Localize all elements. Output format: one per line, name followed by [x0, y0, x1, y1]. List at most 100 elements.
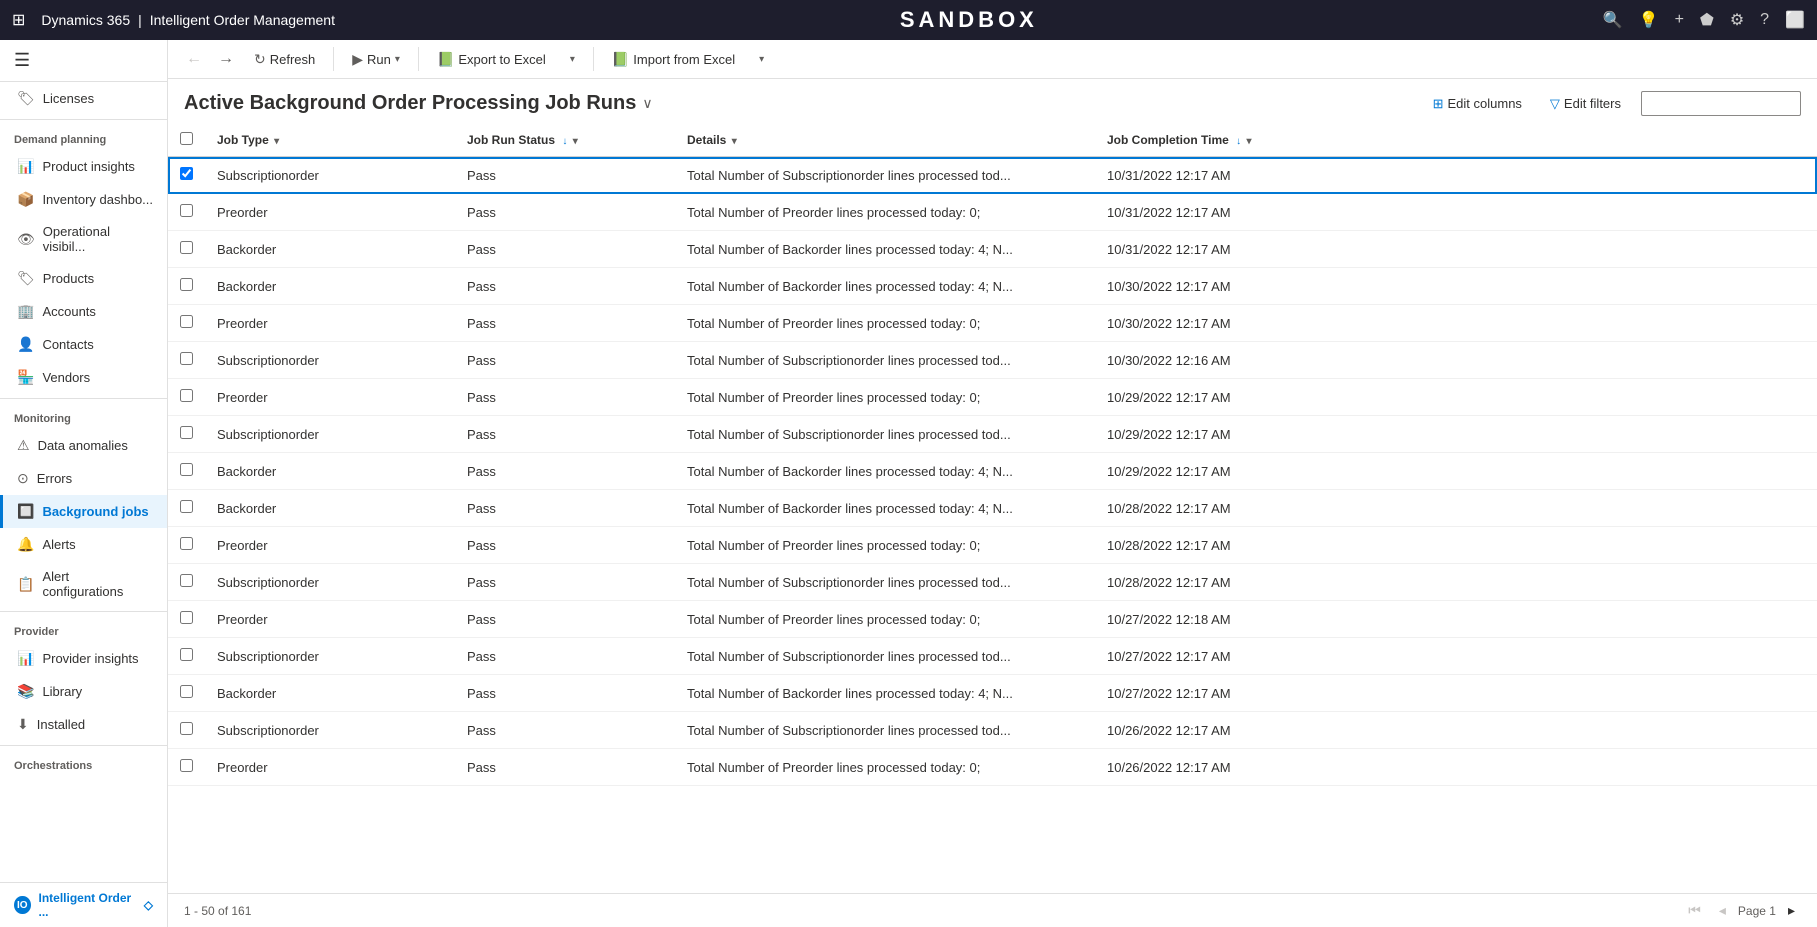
sidebar-item-contacts[interactable]: 👤 Contacts	[0, 328, 167, 361]
row-checkbox[interactable]	[180, 463, 193, 476]
sidebar-item-licenses[interactable]: 🏷 Licenses	[0, 82, 167, 115]
sidebar-item-errors[interactable]: ⊙ Errors	[0, 462, 167, 495]
table-row[interactable]: Backorder Pass Total Number of Backorder…	[168, 453, 1817, 490]
table-row[interactable]: Backorder Pass Total Number of Backorder…	[168, 675, 1817, 712]
row-checkbox-cell[interactable]	[168, 601, 205, 638]
lightbulb-icon[interactable]: 💡	[1639, 10, 1659, 30]
sidebar-item-accounts[interactable]: 🏢 Accounts	[0, 295, 167, 328]
search-input[interactable]	[1641, 91, 1801, 116]
forward-button[interactable]: →	[212, 46, 240, 72]
col-header-job-type[interactable]: Job Type ▾	[205, 124, 455, 157]
row-checkbox[interactable]	[180, 500, 193, 513]
edit-columns-button[interactable]: ⊞ Edit columns	[1425, 92, 1530, 116]
row-checkbox-cell[interactable]	[168, 675, 205, 712]
row-checkbox-cell[interactable]	[168, 231, 205, 268]
sidebar-item-alert-configurations[interactable]: 📋 Alert configurations	[0, 561, 167, 607]
import-button[interactable]: 📗 Import from Excel	[602, 47, 745, 72]
row-checkbox[interactable]	[180, 611, 193, 624]
row-checkbox[interactable]	[180, 167, 193, 180]
row-checkbox[interactable]	[180, 648, 193, 661]
first-page-button[interactable]: ⏮	[1682, 900, 1707, 921]
table-row[interactable]: Subscriptionorder Pass Total Number of S…	[168, 638, 1817, 675]
export-button[interactable]: 📗 Export to Excel	[427, 47, 556, 72]
col-filter-icon[interactable]: ▾	[274, 136, 279, 147]
table-row[interactable]: Backorder Pass Total Number of Backorder…	[168, 231, 1817, 268]
next-page-button[interactable]: ▸	[1782, 900, 1801, 921]
prev-page-button[interactable]: ◂	[1713, 900, 1732, 921]
table-row[interactable]: Subscriptionorder Pass Total Number of S…	[168, 157, 1817, 194]
select-all-header[interactable]	[168, 124, 205, 157]
row-checkbox-cell[interactable]	[168, 194, 205, 231]
back-button[interactable]: ←	[180, 46, 208, 72]
sidebar-item-data-anomalies[interactable]: ⚠ Data anomalies	[0, 429, 167, 462]
col-header-details[interactable]: Details ▾	[675, 124, 1095, 157]
row-checkbox-cell[interactable]	[168, 564, 205, 601]
col-details-filter-icon[interactable]: ▾	[732, 136, 737, 147]
row-checkbox[interactable]	[180, 537, 193, 550]
row-checkbox[interactable]	[180, 389, 193, 402]
export-dropdown-button[interactable]: ▾	[560, 50, 585, 69]
table-row[interactable]: Subscriptionorder Pass Total Number of S…	[168, 342, 1817, 379]
sidebar-item-product-insights[interactable]: 📊 Product insights	[0, 150, 167, 183]
col-sort-icon[interactable]: ↓	[562, 136, 567, 147]
sidebar-item-operational-visibility[interactable]: 👁 Operational visibil...	[0, 216, 167, 262]
col-header-completion-time[interactable]: Job Completion Time ↓ ▾	[1095, 124, 1817, 157]
sidebar-item-library[interactable]: 📚 Library	[0, 675, 167, 708]
sidebar-item-background-jobs[interactable]: 🔲 Background jobs	[0, 495, 167, 528]
run-button[interactable]: ▶ Run ▾	[342, 47, 410, 72]
col-time-sort-icon[interactable]: ↓	[1236, 136, 1241, 147]
row-checkbox[interactable]	[180, 278, 193, 291]
row-checkbox-cell[interactable]	[168, 416, 205, 453]
row-checkbox[interactable]	[180, 759, 193, 772]
sidebar-item-vendors[interactable]: 🏪 Vendors	[0, 361, 167, 394]
row-checkbox-cell[interactable]	[168, 490, 205, 527]
row-checkbox-cell[interactable]	[168, 342, 205, 379]
waffle-icon[interactable]: ⊞	[12, 10, 25, 30]
row-checkbox-cell[interactable]	[168, 527, 205, 564]
row-checkbox[interactable]	[180, 352, 193, 365]
row-checkbox[interactable]	[180, 722, 193, 735]
settings-icon[interactable]: ⚙	[1730, 10, 1744, 30]
row-checkbox-cell[interactable]	[168, 712, 205, 749]
col-header-job-run-status[interactable]: Job Run Status ↓ ▾	[455, 124, 675, 157]
row-checkbox[interactable]	[180, 204, 193, 217]
row-checkbox[interactable]	[180, 315, 193, 328]
row-checkbox-cell[interactable]	[168, 749, 205, 786]
table-row[interactable]: Preorder Pass Total Number of Preorder l…	[168, 601, 1817, 638]
table-row[interactable]: Backorder Pass Total Number of Backorder…	[168, 268, 1817, 305]
row-checkbox[interactable]	[180, 241, 193, 254]
row-checkbox-cell[interactable]	[168, 379, 205, 416]
edit-filters-button[interactable]: ▽ Edit filters	[1542, 92, 1629, 116]
table-row[interactable]: Preorder Pass Total Number of Preorder l…	[168, 749, 1817, 786]
table-row[interactable]: Subscriptionorder Pass Total Number of S…	[168, 416, 1817, 453]
sidebar-item-inventory-dashboard[interactable]: 📦 Inventory dashbo...	[0, 183, 167, 216]
help-icon[interactable]: ?	[1760, 11, 1769, 29]
col-time-filter-icon[interactable]: ▾	[1246, 136, 1251, 147]
sidebar-bottom-item[interactable]: IO Intelligent Order ... ◇	[0, 883, 167, 927]
select-all-checkbox[interactable]	[180, 132, 193, 145]
row-checkbox-cell[interactable]	[168, 157, 205, 194]
import-dropdown-button[interactable]: ▾	[749, 50, 774, 69]
row-checkbox-cell[interactable]	[168, 268, 205, 305]
sidebar-hamburger[interactable]: ☰	[0, 40, 167, 82]
filter-icon[interactable]: ⬟	[1700, 10, 1714, 30]
table-row[interactable]: Preorder Pass Total Number of Preorder l…	[168, 379, 1817, 416]
row-checkbox-cell[interactable]	[168, 638, 205, 675]
sidebar-item-provider-insights[interactable]: 📊 Provider insights	[0, 642, 167, 675]
table-row[interactable]: Preorder Pass Total Number of Preorder l…	[168, 194, 1817, 231]
table-row[interactable]: Preorder Pass Total Number of Preorder l…	[168, 527, 1817, 564]
window-icon[interactable]: ⬜	[1785, 10, 1805, 30]
sidebar-item-installed[interactable]: ⬇ Installed	[0, 708, 167, 741]
col-filter2-icon[interactable]: ▾	[573, 136, 578, 147]
sidebar-item-products[interactable]: 🏷 Products	[0, 262, 167, 295]
table-row[interactable]: Backorder Pass Total Number of Backorder…	[168, 490, 1817, 527]
sidebar-item-alerts[interactable]: 🔔 Alerts	[0, 528, 167, 561]
table-row[interactable]: Preorder Pass Total Number of Preorder l…	[168, 305, 1817, 342]
row-checkbox-cell[interactable]	[168, 453, 205, 490]
row-checkbox[interactable]	[180, 426, 193, 439]
row-checkbox[interactable]	[180, 685, 193, 698]
page-title-chevron-icon[interactable]: ∨	[642, 95, 652, 112]
table-row[interactable]: Subscriptionorder Pass Total Number of S…	[168, 564, 1817, 601]
table-row[interactable]: Subscriptionorder Pass Total Number of S…	[168, 712, 1817, 749]
refresh-button[interactable]: ↻ Refresh	[244, 47, 325, 72]
